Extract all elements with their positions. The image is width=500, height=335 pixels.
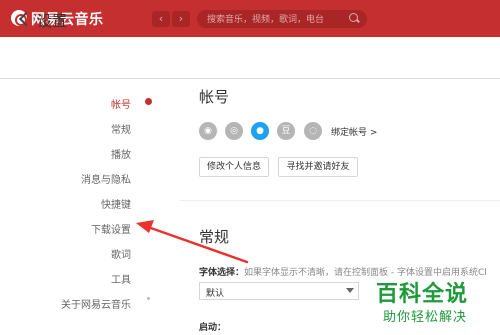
bind-account-link[interactable]: 绑定帐号 > — [331, 125, 377, 138]
yixin-icon[interactable]: ◌ — [304, 122, 322, 140]
nav-forward-button[interactable]: › — [172, 11, 190, 27]
wechat-icon[interactable]: ◎ — [225, 122, 243, 140]
watermark-title: 百科全说 — [376, 282, 469, 307]
watermark-subtitle: 助你轻松解决 — [383, 310, 468, 325]
sidebar-item-tools[interactable]: 工具 — [111, 271, 131, 286]
page-title: 设置 — [37, 12, 68, 30]
about-indicator-dot — [147, 297, 150, 300]
font-label: 字体选择： — [199, 268, 245, 278]
weibo-icon[interactable]: ◉ — [199, 122, 217, 140]
sidebar-item-about[interactable]: 关于网易云音乐 — [61, 296, 131, 311]
edit-profile-button[interactable]: 修改个人信息 — [199, 157, 269, 177]
chevron-down-icon[interactable] — [346, 288, 354, 293]
settings-header — [0, 37, 500, 79]
startup-label: 启动： — [199, 323, 227, 333]
sidebar-item-playback[interactable]: 播放 — [111, 146, 131, 161]
nav-back-button[interactable]: ‹ — [152, 11, 170, 27]
search-placeholder: 搜索音乐，视频，歌词，电台 — [207, 15, 325, 25]
section-divider — [180, 200, 500, 201]
search-icon[interactable] — [349, 13, 358, 22]
account-section-title: 帐号 — [199, 88, 230, 106]
active-indicator-dot — [145, 98, 152, 105]
find-friends-button[interactable]: 寻找并邀请好友 — [278, 157, 358, 177]
douban-icon[interactable]: 豆 — [277, 122, 295, 140]
sidebar-item-download[interactable]: 下载设置 — [91, 221, 131, 236]
sidebar-item-general[interactable]: 常规 — [111, 121, 131, 136]
general-section-title: 常规 — [199, 228, 230, 246]
sidebar-item-account[interactable]: 帐号 — [111, 96, 131, 111]
sidebar-item-shortcuts[interactable]: 快捷键 — [101, 196, 131, 211]
sidebar-item-lyrics[interactable]: 歌词 — [111, 246, 131, 261]
font-select-value: 默认 — [206, 289, 225, 299]
qq-icon[interactable]: ● — [251, 122, 269, 140]
sidebar-item-privacy[interactable]: 消息与隐私 — [81, 171, 131, 186]
